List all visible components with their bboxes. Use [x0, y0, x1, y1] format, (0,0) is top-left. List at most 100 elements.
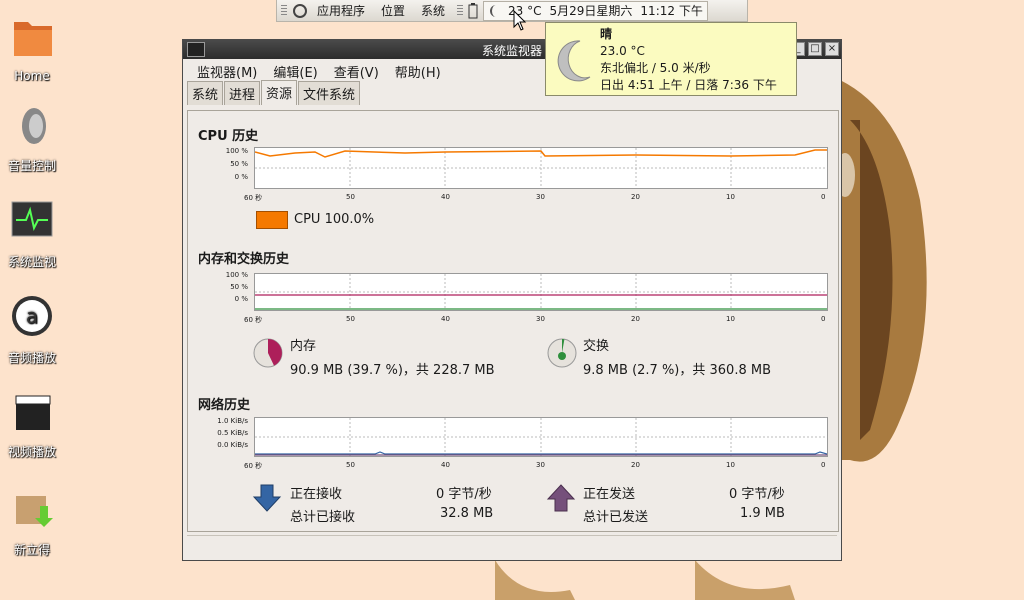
- x-tick: 10: [726, 315, 735, 323]
- menu-edit[interactable]: 编辑(E): [265, 62, 325, 81]
- x-tick: 40: [441, 315, 450, 323]
- cpu-history-title: CPU 历史: [198, 129, 259, 144]
- desktop-icon-label: Home: [14, 69, 50, 83]
- x-tick: 10: [726, 193, 735, 201]
- swap-label: 交换: [583, 339, 610, 354]
- x-tick: 20: [631, 461, 640, 469]
- swap-pie-icon[interactable]: [546, 337, 578, 369]
- x-tick: 40: [441, 461, 450, 469]
- x-tick: 0: [821, 193, 826, 201]
- panel-grip[interactable]: [457, 4, 464, 17]
- desktop-icon-label: 音频播放: [7, 351, 56, 365]
- menu-system[interactable]: 系统: [413, 2, 453, 19]
- tab-processes[interactable]: 进程: [224, 81, 261, 105]
- net-y-axis: 1.0 KiB/s 0.5 KiB/s 0.0 KiB/s: [198, 415, 248, 451]
- mem-pie-icon[interactable]: [252, 337, 284, 369]
- send-total: 1.9 MB: [740, 506, 785, 521]
- desktop-icon-volume[interactable]: 音量控制: [0, 100, 67, 174]
- x-tick: 50: [346, 315, 355, 323]
- desktop-icon-label: 音量控制: [7, 159, 56, 173]
- mouse-cursor-icon: [513, 10, 527, 31]
- tab-filesystems[interactable]: 文件系统: [298, 81, 361, 105]
- weather-tooltip: 晴 23.0 °C 东北偏北 / 5.0 米/秒 日出 4:51 上午 / 日落…: [545, 22, 797, 96]
- x-tick: 20: [631, 315, 640, 323]
- top-panel: 应用程序 位置 系统 23 °C 5月29日星期六 11:12 下午: [276, 0, 748, 22]
- recv-rate: 0 字节/秒: [436, 487, 492, 502]
- x-tick: 20: [631, 193, 640, 201]
- cpu-color-swatch[interactable]: [256, 211, 288, 229]
- desktop-icon-label: 新立得: [13, 543, 50, 557]
- recv-line: [255, 451, 827, 455]
- send-label: 正在发送: [583, 487, 636, 502]
- menu-applications[interactable]: 应用程序: [309, 2, 373, 19]
- x-tick: 50: [346, 461, 355, 469]
- net-graph: [254, 417, 828, 457]
- ubuntu-logo-icon: [293, 3, 307, 18]
- menu-monitor[interactable]: 监视器(M): [189, 62, 265, 81]
- desktop-icon-synaptic[interactable]: 新立得: [0, 484, 67, 558]
- recv-label: 正在接收: [290, 487, 343, 502]
- moon-icon: [490, 4, 497, 17]
- download-arrow-icon[interactable]: [252, 483, 282, 513]
- send-total-label: 总计已发送: [583, 510, 649, 525]
- menu-view[interactable]: 查看(V): [326, 62, 387, 81]
- battery-icon[interactable]: [467, 2, 479, 19]
- tab-resources[interactable]: 资源: [261, 80, 298, 105]
- x-tick: 30: [536, 315, 545, 323]
- clapperboard-icon: [15, 395, 51, 430]
- x-tick: 40: [441, 193, 450, 201]
- x-tick: 50: [346, 193, 355, 201]
- tab-system[interactable]: 系统: [187, 81, 224, 105]
- x-tick: 60 秒: [244, 194, 263, 202]
- net-history-title: 网络历史: [198, 398, 251, 413]
- recv-total-label: 总计已接收: [290, 510, 356, 525]
- x-tick: 0: [821, 461, 826, 469]
- audio-player-icon: a: [12, 296, 52, 336]
- y-tick: 100 %: [225, 271, 248, 279]
- x-tick: 60 秒: [244, 316, 263, 324]
- y-tick: 0.5 KiB/s: [217, 429, 248, 437]
- desktop-icon-audio[interactable]: a 音频播放: [0, 292, 67, 366]
- desktop-icon-label: 系统监视: [7, 255, 56, 269]
- weather-wind: 东北偏北 / 5.0 米/秒: [600, 61, 711, 75]
- mem-y-axis: 100 % 50 % 0 %: [210, 269, 248, 305]
- mem-value: 90.9 MB (39.7 %)，共 228.7 MB: [290, 363, 495, 378]
- recv-total: 32.8 MB: [440, 506, 494, 521]
- panel-grip[interactable]: [281, 4, 287, 17]
- speaker-icon: [22, 108, 46, 144]
- y-tick: 50 %: [230, 160, 248, 168]
- package-icon: [16, 496, 53, 527]
- panel-time: 11:12 下午: [640, 4, 703, 18]
- swap-value: 9.8 MB (2.7 %)，共 360.8 MB: [583, 363, 771, 378]
- y-tick: 50 %: [230, 283, 248, 291]
- x-tick: 10: [726, 461, 735, 469]
- y-tick: 0 %: [234, 295, 248, 303]
- weather-condition: 晴: [600, 27, 613, 41]
- mem-label: 内存: [290, 339, 317, 354]
- send-rate: 0 字节/秒: [729, 487, 785, 502]
- mem-graph: [254, 273, 828, 311]
- cpu-legend: CPU 100.0%: [294, 212, 375, 227]
- monitor-icon: [11, 201, 53, 237]
- menu-help[interactable]: 帮助(H): [387, 62, 449, 81]
- moon-icon: [557, 40, 591, 82]
- resources-panel: CPU 历史 100 % 50 % 0 % 60 秒 50 40 30 20 1…: [187, 110, 839, 532]
- mem-history-title: 内存和交换历史: [198, 252, 290, 267]
- x-tick: 30: [536, 461, 545, 469]
- close-button[interactable]: ×: [825, 42, 839, 56]
- svg-text:a: a: [26, 304, 38, 328]
- desktop-icon-video[interactable]: 视频播放: [0, 386, 67, 460]
- desktop-icon-home[interactable]: Home: [0, 12, 67, 83]
- menu-places[interactable]: 位置: [373, 2, 413, 19]
- panel-date: 5月29日星期六: [549, 4, 633, 18]
- x-tick: 0: [821, 315, 826, 323]
- weather-sun: 日出 4:51 上午 / 日落 7:36 下午: [600, 78, 777, 92]
- y-tick: 1.0 KiB/s: [217, 417, 248, 425]
- desktop-icon-label: 视频播放: [7, 445, 56, 459]
- upload-arrow-icon[interactable]: [546, 483, 576, 513]
- y-tick: 0 %: [234, 173, 248, 181]
- desktop-icon-sysmon[interactable]: 系统监视: [0, 196, 67, 270]
- cpu-y-axis: 100 % 50 % 0 %: [210, 145, 248, 184]
- status-bar: [187, 535, 837, 554]
- maximize-button[interactable]: □: [808, 42, 822, 56]
